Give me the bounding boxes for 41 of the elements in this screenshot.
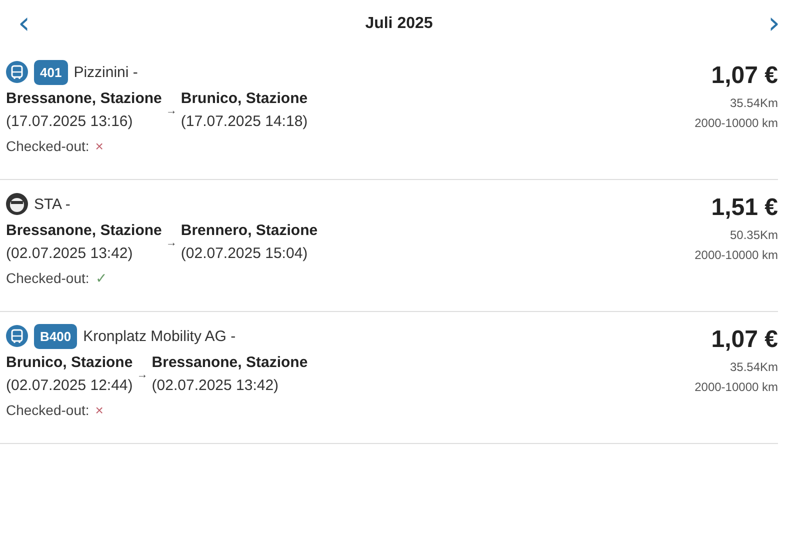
cross-icon: × xyxy=(95,138,104,154)
price: 1,51 € xyxy=(711,194,778,222)
checked-out-label: Checked-out: xyxy=(6,138,90,154)
checked-out-label: Checked-out: xyxy=(6,270,90,286)
distance-range-label: 2000-10000 km xyxy=(694,116,778,130)
bus-icon xyxy=(6,61,28,83)
arrival-time: (02.07.2025 13:42) xyxy=(152,377,280,394)
arrow-icon: → xyxy=(136,369,148,381)
departure-time: (02.07.2025 13:42) xyxy=(6,245,134,262)
month-title: Juli 2025 xyxy=(365,15,433,33)
next-month-button[interactable]: › xyxy=(764,9,784,39)
arrow-icon: → xyxy=(166,105,177,117)
route-badge: B400 xyxy=(34,324,78,348)
distance-range-label: 2000-10000 km xyxy=(694,380,778,394)
previous-month-button[interactable]: ‹ xyxy=(14,9,34,39)
arrival-stop: Brunico, Stazione xyxy=(180,90,308,107)
checked-out-label: Checked-out: xyxy=(6,402,90,418)
departure-stop: Bressanone, Stazione xyxy=(6,222,162,239)
arrow-icon: → xyxy=(166,237,177,249)
route-badge: 401 xyxy=(34,60,68,84)
distance: 35.54Km xyxy=(730,360,778,374)
operator-name: Pizzinini - xyxy=(74,64,138,80)
distance: 50.35Km xyxy=(730,228,778,242)
logo-icon xyxy=(6,193,28,215)
departure-stop: Brunico, Stazione xyxy=(6,354,133,371)
distance: 35.54Km xyxy=(730,96,778,110)
distance-range-label: 2000-10000 km xyxy=(694,248,778,262)
departure-time: (02.07.2025 12:44) xyxy=(6,377,133,394)
arrival-stop: Bressanone, Stazione xyxy=(152,354,308,371)
operator-name: STA - xyxy=(34,196,70,212)
check-icon: ✓ xyxy=(95,270,108,286)
arrival-time: (17.07.2025 14:18) xyxy=(180,113,308,130)
operator-name: Kronplatz Mobility AG - xyxy=(83,328,236,344)
price: 1,07 € xyxy=(711,62,778,90)
bus-icon xyxy=(6,325,28,347)
departure-stop: Bressanone, Stazione xyxy=(6,90,162,107)
departure-time: (17.07.2025 13:16) xyxy=(6,113,134,130)
cross-icon: × xyxy=(95,402,104,418)
arrival-stop: Brennero, Stazione xyxy=(180,222,318,239)
price: 1,07 € xyxy=(711,326,778,354)
arrival-time: (02.07.2025 15:04) xyxy=(180,245,309,262)
